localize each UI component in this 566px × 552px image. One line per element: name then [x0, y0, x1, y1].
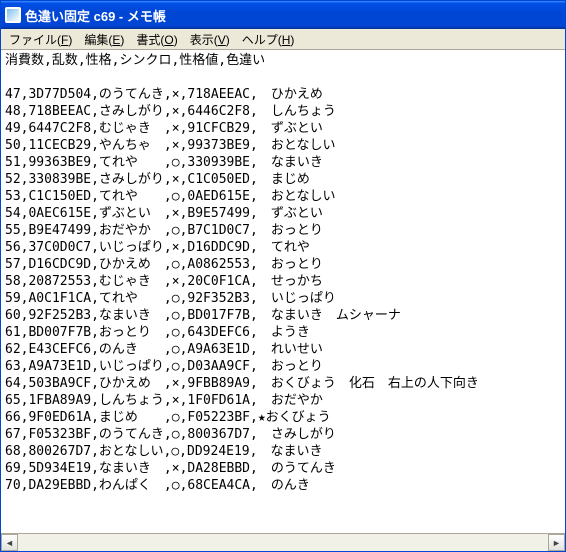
menu-file[interactable]: ファイル(F)	[3, 29, 78, 50]
app-icon	[5, 7, 21, 23]
scroll-left-button[interactable]: ◄	[1, 534, 18, 551]
menu-format[interactable]: 書式(O)	[130, 29, 183, 50]
menu-edit[interactable]: 編集(E)	[78, 29, 130, 50]
menu-view[interactable]: 表示(V)	[184, 29, 236, 50]
titlebar[interactable]: 色違い固定 c69 - メモ帳	[1, 1, 565, 29]
text-area[interactable]: 消費数,乱数,性格,シンクロ,性格値,色違い 47,3D77D504,のうてんき…	[1, 50, 565, 533]
window-title: 色違い固定 c69 - メモ帳	[25, 6, 166, 25]
scroll-track[interactable]	[18, 534, 548, 551]
menubar: ファイル(F) 編集(E) 書式(O) 表示(V) ヘルプ(H)	[1, 29, 565, 50]
scroll-right-button[interactable]: ►	[548, 534, 565, 551]
notepad-window: 色違い固定 c69 - メモ帳 ファイル(F) 編集(E) 書式(O) 表示(V…	[0, 0, 566, 552]
horizontal-scrollbar[interactable]: ◄ ►	[1, 533, 565, 551]
menu-help[interactable]: ヘルプ(H)	[236, 29, 301, 50]
